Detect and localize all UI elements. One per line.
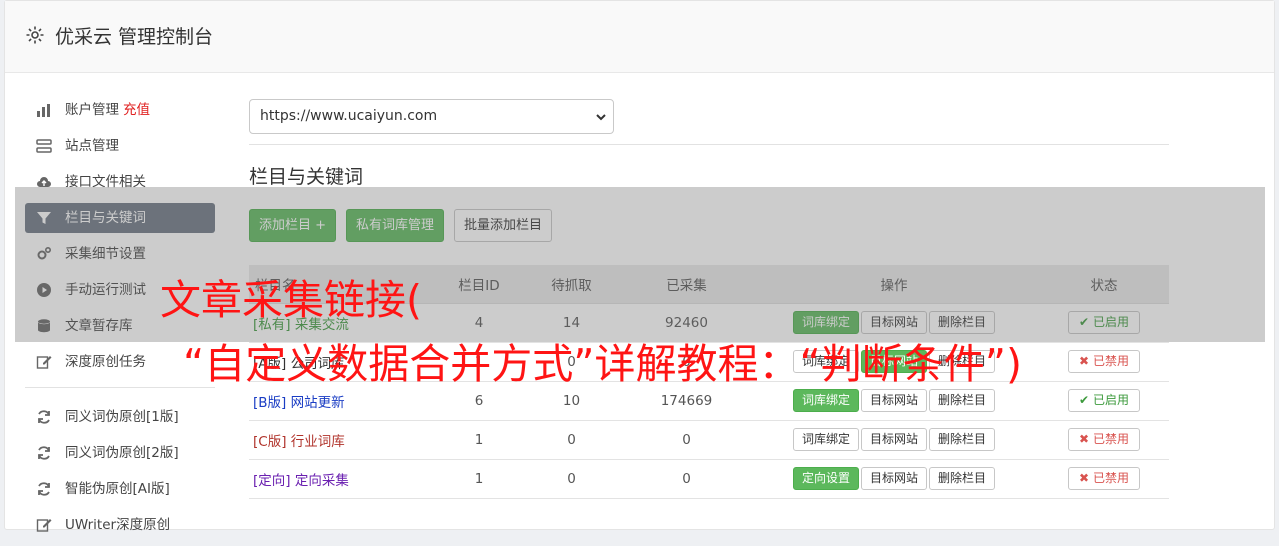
edit-icon	[36, 519, 52, 532]
divider	[249, 144, 1169, 145]
delete-column-button[interactable]: 删除栏目	[929, 389, 996, 412]
sidebar-item-b3[interactable]: UWriter深度原创	[25, 510, 215, 540]
status-toggle[interactable]: ✖ 已禁用	[1068, 350, 1140, 373]
status-toggle[interactable]: ✖ 已禁用	[1068, 467, 1140, 490]
header: 优采云 管理控制台	[5, 1, 1274, 73]
refresh-icon	[38, 482, 50, 496]
collected-count: 0	[624, 459, 749, 499]
target-sites-button[interactable]: 目标网站	[860, 467, 927, 490]
column-tag: [定向]	[253, 472, 295, 489]
sidebar-item-b0[interactable]: 同义词伪原创[1版]	[25, 402, 215, 432]
caption-line-1: 文章采集链接(	[160, 276, 422, 324]
site-select[interactable]: https://www.ucaiyun.com	[249, 99, 614, 134]
operations-cell: 定向设置 目标网站 删除栏目	[749, 459, 1039, 499]
column-name-cell[interactable]: [C版] 行业词库	[249, 420, 439, 460]
check-icon: ✔	[1079, 393, 1090, 407]
status-cell: ✔ 已启用	[1039, 381, 1169, 421]
column-name-cell[interactable]: [定向] 定向采集	[249, 459, 439, 499]
table-row: [C版] 行业词库 1 0 0 词库绑定 目标网站 删除栏目 ✖ 已禁用	[249, 420, 1169, 460]
bind-lexicon-button[interactable]: 词库绑定	[792, 428, 859, 451]
column-name: 行业词库	[290, 433, 345, 450]
sidebar-item-label: UWriter深度原创	[65, 517, 171, 533]
pending-count: 0	[519, 420, 624, 460]
column-tag: [C版]	[253, 433, 291, 450]
refresh-icon	[38, 410, 50, 424]
column-name: 网站更新	[290, 394, 345, 411]
sidebar-item-a0[interactable]: 账户管理 充值	[25, 95, 215, 125]
table-row: [定向] 定向采集 1 0 0 定向设置 目标网站 删除栏目 ✖ 已禁用	[249, 459, 1169, 499]
sidebar-item-label: 智能伪原创[AI版]	[65, 481, 170, 497]
column-id: 1	[439, 420, 519, 460]
gear-icon	[26, 26, 44, 44]
caption-line-2: “自定义数据合并方式”详解教程：“判断条件”)	[183, 340, 1022, 388]
delete-column-button[interactable]: 删除栏目	[929, 428, 996, 451]
column-id: 1	[439, 459, 519, 499]
target-sites-button[interactable]: 目标网站	[860, 428, 927, 451]
column-name: 定向采集	[294, 472, 349, 489]
cross-icon: ✖	[1079, 471, 1090, 485]
operations-cell: 词库绑定 目标网站 删除栏目	[749, 420, 1039, 460]
cross-icon: ✖	[1079, 354, 1090, 368]
bind-lexicon-button[interactable]: 词库绑定	[792, 389, 859, 412]
main-content: https://www.ucaiyun.com 栏目与关键词 添加栏目 + 私有词…	[249, 99, 1169, 499]
status-label: 已禁用	[1092, 354, 1129, 368]
sidebar-item-label: 同义词伪原创[1版]	[65, 409, 179, 425]
app-title: 优采云 管理控制台	[55, 26, 214, 48]
bar-chart-icon	[37, 104, 50, 117]
server-icon	[36, 139, 52, 153]
status-toggle[interactable]: ✔ 已启用	[1068, 389, 1140, 412]
status-cell: ✖ 已禁用	[1039, 342, 1169, 382]
column-tag: [B版]	[253, 394, 291, 411]
target-sites-button[interactable]: 目标网站	[860, 389, 927, 412]
refresh-icon	[38, 446, 50, 460]
status-cell: ✖ 已禁用	[1039, 420, 1169, 460]
target-settings-button[interactable]: 定向设置	[792, 467, 859, 490]
collected-count: 0	[624, 420, 749, 460]
recharge-link[interactable]: 充值	[123, 102, 150, 118]
status-label: 已禁用	[1092, 432, 1129, 446]
status-label: 已禁用	[1092, 471, 1129, 485]
sidebar-item-label: 站点管理	[65, 138, 119, 154]
section-title: 栏目与关键词	[249, 166, 364, 188]
edit-icon	[36, 356, 52, 369]
sidebar-item-label: 深度原创任务	[65, 354, 146, 370]
chevron-down-icon	[596, 114, 606, 121]
delete-column-button[interactable]: 删除栏目	[929, 467, 996, 490]
status-toggle[interactable]: ✖ 已禁用	[1068, 428, 1140, 451]
cross-icon: ✖	[1079, 432, 1090, 446]
sidebar-item-label: 同义词伪原创[2版]	[65, 445, 179, 461]
sidebar-item-b2[interactable]: 智能伪原创[AI版]	[25, 474, 215, 504]
site-select-value: https://www.ucaiyun.com	[260, 108, 438, 124]
status-label: 已启用	[1092, 393, 1129, 407]
pending-count: 0	[519, 459, 624, 499]
sidebar-item-a1[interactable]: 站点管理	[25, 131, 215, 161]
sidebar-item-label: 账户管理	[65, 102, 119, 118]
sidebar-item-b1[interactable]: 同义词伪原创[2版]	[25, 438, 215, 468]
status-cell: ✖ 已禁用	[1039, 459, 1169, 499]
